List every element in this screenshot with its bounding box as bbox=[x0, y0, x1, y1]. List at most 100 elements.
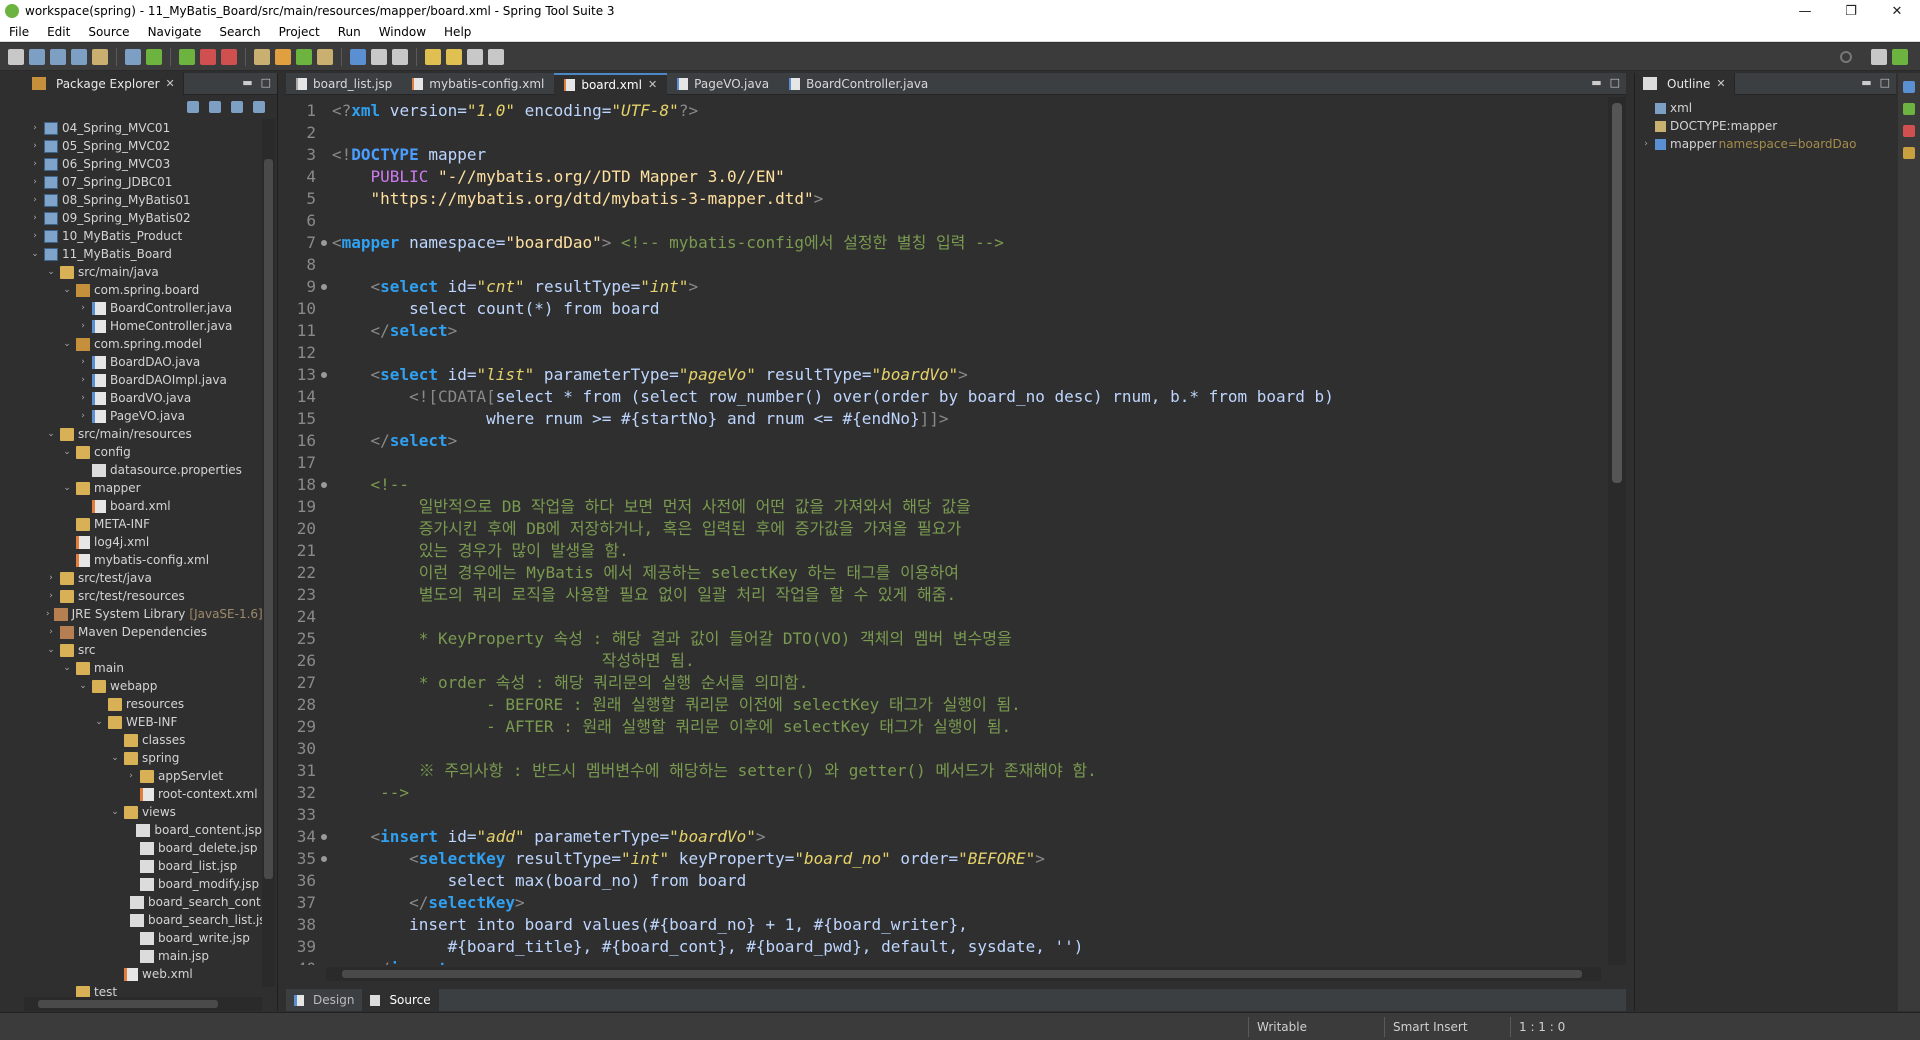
tree-item[interactable]: › BoardController.java bbox=[24, 299, 262, 317]
explorer-vertical-scrollbar[interactable] bbox=[262, 119, 275, 987]
menu-item-source[interactable]: Source bbox=[79, 25, 138, 39]
editor-tab[interactable]: board_list.jsp bbox=[286, 73, 402, 95]
toolbar-action-4-icon[interactable] bbox=[92, 48, 108, 65]
expand-chevron-right-icon[interactable]: › bbox=[78, 317, 88, 335]
tab-design[interactable]: Design bbox=[286, 989, 362, 1011]
console-icon[interactable] bbox=[1903, 81, 1915, 93]
close-button[interactable]: ✕ bbox=[1874, 0, 1920, 22]
editor-vertical-scrollbar[interactable] bbox=[1608, 97, 1626, 965]
tree-item[interactable]: datasource.properties bbox=[24, 461, 262, 479]
close-icon[interactable]: ✕ bbox=[648, 78, 657, 91]
tree-item[interactable]: ⌄ config bbox=[24, 443, 262, 461]
expand-chevron-down-icon[interactable]: ⌄ bbox=[78, 677, 88, 695]
menu-item-edit[interactable]: Edit bbox=[38, 25, 79, 39]
focus-icon[interactable] bbox=[231, 101, 243, 113]
toolbar-action-20-icon[interactable] bbox=[392, 48, 408, 65]
close-icon[interactable]: ✕ bbox=[1716, 77, 1725, 90]
minimize-view-icon[interactable]: ▬ bbox=[1861, 76, 1871, 89]
tree-item[interactable]: › src/test/resources bbox=[24, 587, 262, 605]
toolbar-action-11-icon[interactable] bbox=[221, 48, 237, 65]
code-editor[interactable]: 1 2 3 4 5 6 7 8 9 10 11 12 13 14 15 16 17 18 19 20 21 22 23 24 2… bbox=[286, 97, 1601, 965]
tree-item[interactable]: › BoardVO.java bbox=[24, 389, 262, 407]
toolbar-action-6-icon[interactable] bbox=[125, 48, 141, 65]
explorer-horizontal-scrollbar[interactable] bbox=[24, 997, 262, 1011]
expand-chevron-right-icon[interactable]: › bbox=[1641, 135, 1651, 153]
maximize-editor-icon[interactable]: □ bbox=[1610, 76, 1620, 89]
tree-item[interactable]: ⌄ mapper bbox=[24, 479, 262, 497]
tree-item[interactable]: › Maven Dependencies bbox=[24, 623, 262, 641]
tree-item[interactable]: board_search_cont. bbox=[24, 893, 262, 911]
fold-toggle-icon[interactable] bbox=[321, 240, 327, 246]
expand-chevron-right-icon[interactable]: › bbox=[78, 299, 88, 317]
open-perspective-icon[interactable] bbox=[1871, 48, 1887, 65]
toolbar-action-22-icon[interactable] bbox=[425, 48, 441, 65]
code-text[interactable]: <?xml version="1.0" encoding="UTF-8"?> <!… bbox=[332, 97, 1592, 965]
tree-item[interactable]: ⌄ WEB-INF bbox=[24, 713, 262, 731]
tree-item[interactable]: classes bbox=[24, 731, 262, 749]
tree-item[interactable]: ⌄ com.spring.board bbox=[24, 281, 262, 299]
tree-item[interactable]: board_content.jsp bbox=[24, 821, 262, 839]
expand-chevron-down-icon[interactable]: ⌄ bbox=[46, 641, 56, 659]
expand-chevron-right-icon[interactable]: › bbox=[30, 191, 40, 209]
expand-chevron-right-icon[interactable]: › bbox=[126, 767, 136, 785]
menu-item-project[interactable]: Project bbox=[270, 25, 329, 39]
tree-item[interactable]: › 08_Spring_MyBatis01 bbox=[24, 191, 262, 209]
tree-item[interactable]: board_list.jsp bbox=[24, 857, 262, 875]
tree-item[interactable]: root-context.xml bbox=[24, 785, 262, 803]
tree-item[interactable]: › 09_Spring_MyBatis02 bbox=[24, 209, 262, 227]
tree-item[interactable]: › src/test/java bbox=[24, 569, 262, 587]
minimize-button[interactable]: — bbox=[1782, 0, 1828, 22]
toolbar-action-13-icon[interactable] bbox=[254, 48, 270, 65]
toolbar-action-14-icon[interactable] bbox=[275, 48, 291, 65]
toolbar-action-2-icon[interactable] bbox=[50, 48, 66, 65]
expand-chevron-right-icon[interactable]: › bbox=[30, 227, 40, 245]
tree-item[interactable]: ⌄ com.spring.model bbox=[24, 335, 262, 353]
tree-item[interactable]: resources bbox=[24, 695, 262, 713]
editor-tab[interactable]: PageVO.java bbox=[667, 73, 779, 95]
outline-item[interactable]: › mapper namespace=boardDao bbox=[1635, 135, 1896, 153]
toolbar-action-24-icon[interactable] bbox=[467, 48, 483, 65]
expand-chevron-down-icon[interactable]: ⌄ bbox=[62, 281, 72, 299]
expand-chevron-right-icon[interactable]: › bbox=[46, 605, 50, 623]
tree-item[interactable]: board_delete.jsp bbox=[24, 839, 262, 857]
toolbar-action-7-icon[interactable] bbox=[146, 48, 162, 65]
menu-item-search[interactable]: Search bbox=[210, 25, 269, 39]
fold-toggle-icon[interactable] bbox=[321, 834, 327, 840]
tree-item[interactable]: board.xml bbox=[24, 497, 262, 515]
collapse-all-icon[interactable] bbox=[187, 101, 199, 113]
menu-item-run[interactable]: Run bbox=[329, 25, 370, 39]
expand-chevron-down-icon[interactable]: ⌄ bbox=[94, 713, 104, 731]
outline-item[interactable]: DOCTYPE:mapper bbox=[1635, 117, 1896, 135]
editor-tab[interactable]: board.xml ✕ bbox=[554, 72, 668, 95]
maximize-view-icon[interactable]: □ bbox=[1880, 76, 1890, 89]
tree-item[interactable]: main.jsp bbox=[24, 947, 262, 965]
expand-chevron-right-icon[interactable]: › bbox=[30, 155, 40, 173]
toolbar-action-25-icon[interactable] bbox=[488, 48, 504, 65]
tab-outline[interactable]: Outline ✕ bbox=[1635, 72, 1735, 95]
tree-item[interactable]: ⌄ views bbox=[24, 803, 262, 821]
toolbar-action-16-icon[interactable] bbox=[317, 48, 333, 65]
tree-item[interactable]: › HomeController.java bbox=[24, 317, 262, 335]
tree-item[interactable]: › BoardDAO.java bbox=[24, 353, 262, 371]
link-with-editor-icon[interactable] bbox=[209, 101, 221, 113]
tree-item[interactable]: ⌄ main bbox=[24, 659, 262, 677]
tree-item[interactable]: board_search_list.js bbox=[24, 911, 262, 929]
expand-chevron-right-icon[interactable]: › bbox=[78, 407, 88, 425]
fold-toggle-icon[interactable] bbox=[321, 482, 327, 488]
tree-item[interactable]: › 10_MyBatis_Product bbox=[24, 227, 262, 245]
toolbar-action-0-icon[interactable] bbox=[8, 48, 24, 65]
spring-perspective-icon[interactable] bbox=[1892, 48, 1908, 65]
expand-chevron-down-icon[interactable]: ⌄ bbox=[46, 425, 56, 443]
tree-item[interactable]: › 05_Spring_MVC02 bbox=[24, 137, 262, 155]
tree-item[interactable]: › PageVO.java bbox=[24, 407, 262, 425]
tree-item[interactable]: › 07_Spring_JDBC01 bbox=[24, 173, 262, 191]
expand-chevron-right-icon[interactable]: › bbox=[78, 371, 88, 389]
fold-toggle-icon[interactable] bbox=[321, 372, 327, 378]
tree-item[interactable]: ⌄ 11_MyBatis_Board bbox=[24, 245, 262, 263]
menu-item-window[interactable]: Window bbox=[370, 25, 435, 39]
maximize-view-icon[interactable]: □ bbox=[261, 76, 271, 89]
tree-item[interactable]: ⌄ spring bbox=[24, 749, 262, 767]
problems-icon[interactable] bbox=[1903, 125, 1915, 137]
expand-chevron-down-icon[interactable]: ⌄ bbox=[30, 245, 40, 263]
tree-item[interactable]: › JRE System Library [JavaSE-1.6] bbox=[24, 605, 262, 623]
